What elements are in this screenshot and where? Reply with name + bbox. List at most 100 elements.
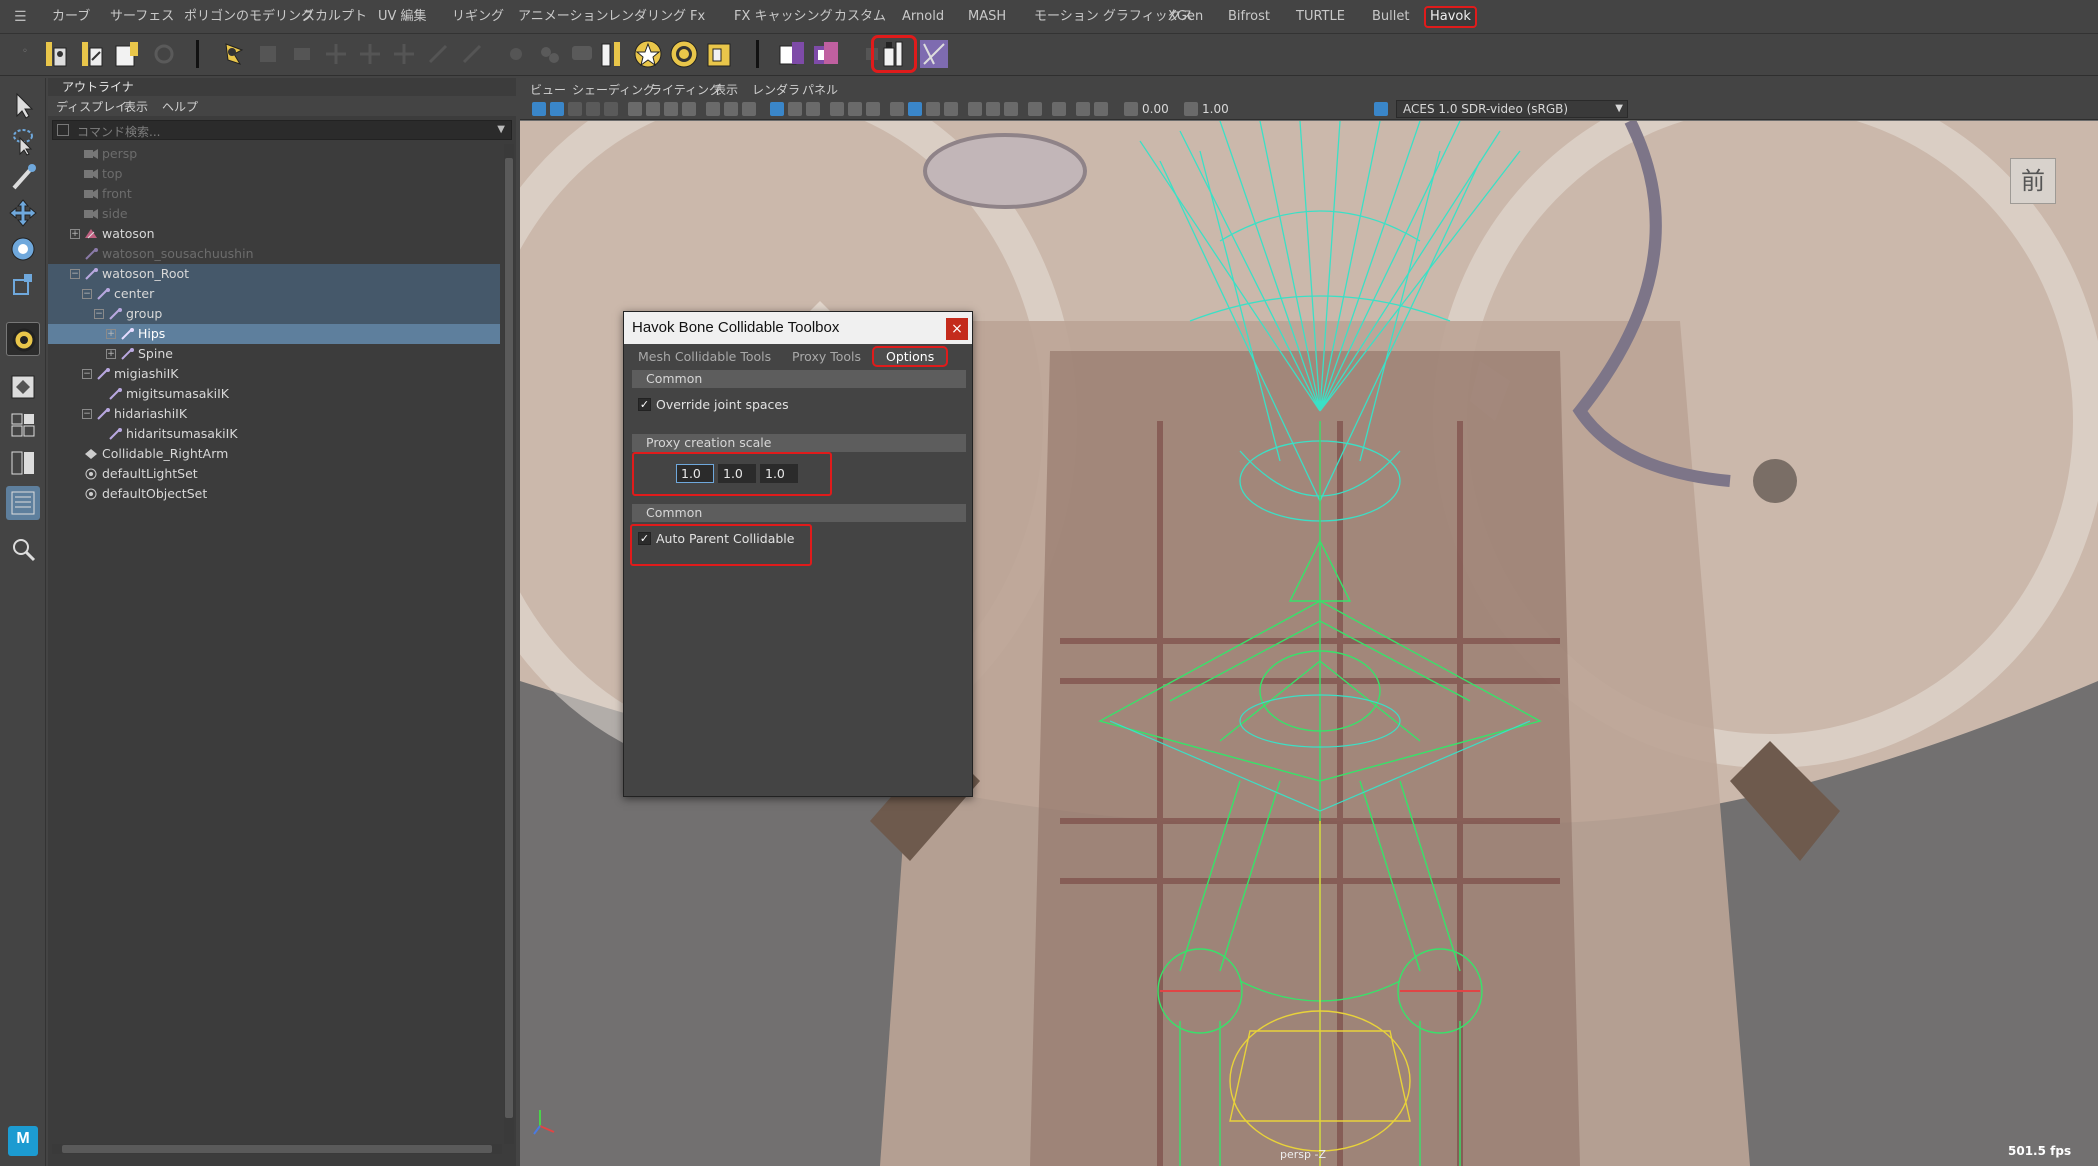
safe-title-icon[interactable]	[742, 102, 756, 116]
tree-item-watoson-root[interactable]: − watoson_Root	[48, 264, 500, 284]
viewport-menu-shading[interactable]: シェーディング	[572, 81, 655, 98]
shelf-tab-xgen[interactable]: XGen	[1164, 6, 1207, 28]
lights-icon[interactable]	[866, 102, 880, 116]
2d-pan-zoom-icon[interactable]	[628, 102, 642, 116]
tree-item-center[interactable]: − center	[48, 284, 500, 304]
isolate-select-icon[interactable]	[1052, 102, 1066, 116]
collapse-icon[interactable]: −	[94, 309, 104, 319]
outliner-search-input[interactable]: コマンド検索... ▼	[52, 120, 512, 140]
field-chart-icon[interactable]	[706, 102, 720, 116]
single-perspective-view-icon[interactable]	[6, 370, 40, 404]
shadows-icon[interactable]	[890, 102, 904, 116]
override-joint-spaces-checkbox[interactable]: ✓	[638, 398, 651, 411]
tree-item-spine[interactable]: + Spine	[48, 344, 500, 364]
gate-mask-icon[interactable]	[682, 102, 696, 116]
havok-export-tool-icon[interactable]	[776, 38, 808, 70]
tab-options[interactable]: Options	[872, 346, 949, 367]
exposure-icon[interactable]	[1124, 102, 1138, 116]
viewport-menu-view[interactable]: ビュー	[530, 81, 566, 98]
safe-action-icon[interactable]	[724, 102, 738, 116]
outliner-menu-display[interactable]: ディスプレイ	[56, 98, 127, 115]
shelf-tab-animation[interactable]: アニメーション	[514, 6, 612, 28]
section-header-common-2[interactable]: Common	[632, 504, 966, 522]
shelf-tab-sculpt[interactable]: スカルプト	[298, 6, 371, 28]
outliner-vertical-scrollbar[interactable]	[504, 144, 514, 1144]
viewport-menu-show[interactable]: 表示	[714, 81, 738, 98]
close-icon[interactable]: ×	[946, 318, 968, 340]
bookmark-icon[interactable]	[568, 102, 582, 116]
havok-preview-tool-icon[interactable]	[810, 38, 842, 70]
wireframe-on-shaded-icon[interactable]	[830, 102, 844, 116]
screen-space-ao-icon[interactable]	[968, 102, 982, 116]
tree-item-persp[interactable]: persp	[48, 144, 500, 164]
shelf-tab-bifrost[interactable]: Bifrost	[1224, 6, 1274, 28]
smooth-shade-icon[interactable]	[806, 102, 820, 116]
tree-item-defaultobjectset[interactable]: defaultObjectSet	[48, 484, 500, 504]
gamma-value[interactable]: 1.00	[1202, 102, 1229, 116]
exposure-value[interactable]: 0.00	[1142, 102, 1169, 116]
camera-attributes-icon[interactable]	[550, 102, 564, 116]
outliner-horizontal-scrollbar[interactable]	[52, 1144, 502, 1154]
section-header-common[interactable]: Common	[632, 370, 966, 388]
shelf-tab-uv-edit[interactable]: UV 編集	[374, 6, 431, 28]
shelf-tab-arnold[interactable]: Arnold	[898, 6, 948, 28]
xray-icon[interactable]	[908, 102, 922, 116]
anti-aliasing-icon[interactable]	[1004, 102, 1018, 116]
shelf-tab-mash[interactable]: MASH	[964, 6, 1010, 28]
section-header-proxy-scale[interactable]: Proxy creation scale	[632, 434, 966, 452]
tree-item-hidariashiik[interactable]: − hidariashiIK	[48, 404, 500, 424]
textured-icon[interactable]	[848, 102, 862, 116]
outliner-layout-icon[interactable]	[6, 486, 40, 520]
tree-item-group[interactable]: − group	[48, 304, 500, 324]
grease-pencil-icon[interactable]	[604, 102, 618, 116]
search-icon[interactable]	[6, 532, 40, 566]
outliner-menu-help[interactable]: ヘルプ	[162, 98, 198, 115]
grid-icon[interactable]	[770, 102, 784, 116]
xray-active-icon[interactable]	[1076, 102, 1090, 116]
outliner-tab[interactable]: アウトライナ	[54, 78, 142, 96]
havok-rig-tool-3-icon[interactable]	[112, 38, 144, 70]
scale-tool-icon[interactable]	[6, 268, 40, 302]
resolution-gate-icon[interactable]	[664, 102, 678, 116]
shelf-tab-turtle[interactable]: TURTLE	[1292, 6, 1349, 28]
tree-item-front[interactable]: front	[48, 184, 500, 204]
expand-icon[interactable]: +	[70, 229, 80, 239]
last-used-tool-icon[interactable]	[6, 322, 40, 356]
lasso-tool-icon[interactable]	[6, 124, 40, 158]
view-cube[interactable]: 前	[2010, 158, 2056, 204]
two-sided-lighting-icon[interactable]	[1094, 102, 1108, 116]
tree-item-migiashiik[interactable]: − migiashiIK	[48, 364, 500, 384]
collapse-icon[interactable]: −	[82, 289, 92, 299]
shelf-tab-havok[interactable]: Havok	[1424, 6, 1477, 28]
tree-item-top[interactable]: top	[48, 164, 500, 184]
havok-bone-collidable-toolbox-icon[interactable]	[871, 35, 917, 73]
gamma-icon[interactable]	[1184, 102, 1198, 116]
tree-item-watoson[interactable]: + watoson	[48, 224, 500, 244]
outliner-menu-show[interactable]: 表示	[124, 98, 148, 115]
shelf-tab-bullet[interactable]: Bullet	[1368, 6, 1413, 28]
tree-item-defaultlightset[interactable]: defaultLightSet	[48, 464, 500, 484]
tree-item-side[interactable]: side	[48, 204, 500, 224]
havok-star-tool-icon[interactable]	[632, 38, 664, 70]
viewport-menu-renderer[interactable]: レンダラ	[752, 81, 800, 98]
expand-icon[interactable]: +	[106, 349, 116, 359]
collapse-icon[interactable]: −	[82, 369, 92, 379]
shelf-tab-custom[interactable]: カスタム	[830, 6, 890, 28]
motion-blur-icon[interactable]	[986, 102, 1000, 116]
depth-of-field-icon[interactable]	[1028, 102, 1042, 116]
shelf-tab-fx[interactable]: Fx	[686, 6, 709, 28]
tree-item-hips[interactable]: + Hips	[48, 324, 500, 344]
tab-mesh-collidable-tools[interactable]: Mesh Collidable Tools	[638, 349, 771, 364]
shelf-options-icon[interactable]: ◦	[22, 46, 28, 64]
havok-rig-tool-2-icon[interactable]	[76, 38, 108, 70]
havok-bone-tool-icon[interactable]	[598, 38, 630, 70]
collapse-icon[interactable]: −	[82, 409, 92, 419]
select-camera-icon[interactable]	[532, 102, 546, 116]
move-tool-icon[interactable]	[6, 196, 40, 230]
viewport-menu-panels[interactable]: パネル	[802, 81, 838, 98]
four-view-layout-icon[interactable]	[6, 408, 40, 442]
wireframe-icon[interactable]	[788, 102, 802, 116]
tree-item-migitsumasakiik[interactable]: migitsumasakiIK	[48, 384, 500, 404]
havok-frame-tool-icon[interactable]	[704, 38, 736, 70]
shelf-menu-icon[interactable]: ☰	[14, 10, 28, 24]
